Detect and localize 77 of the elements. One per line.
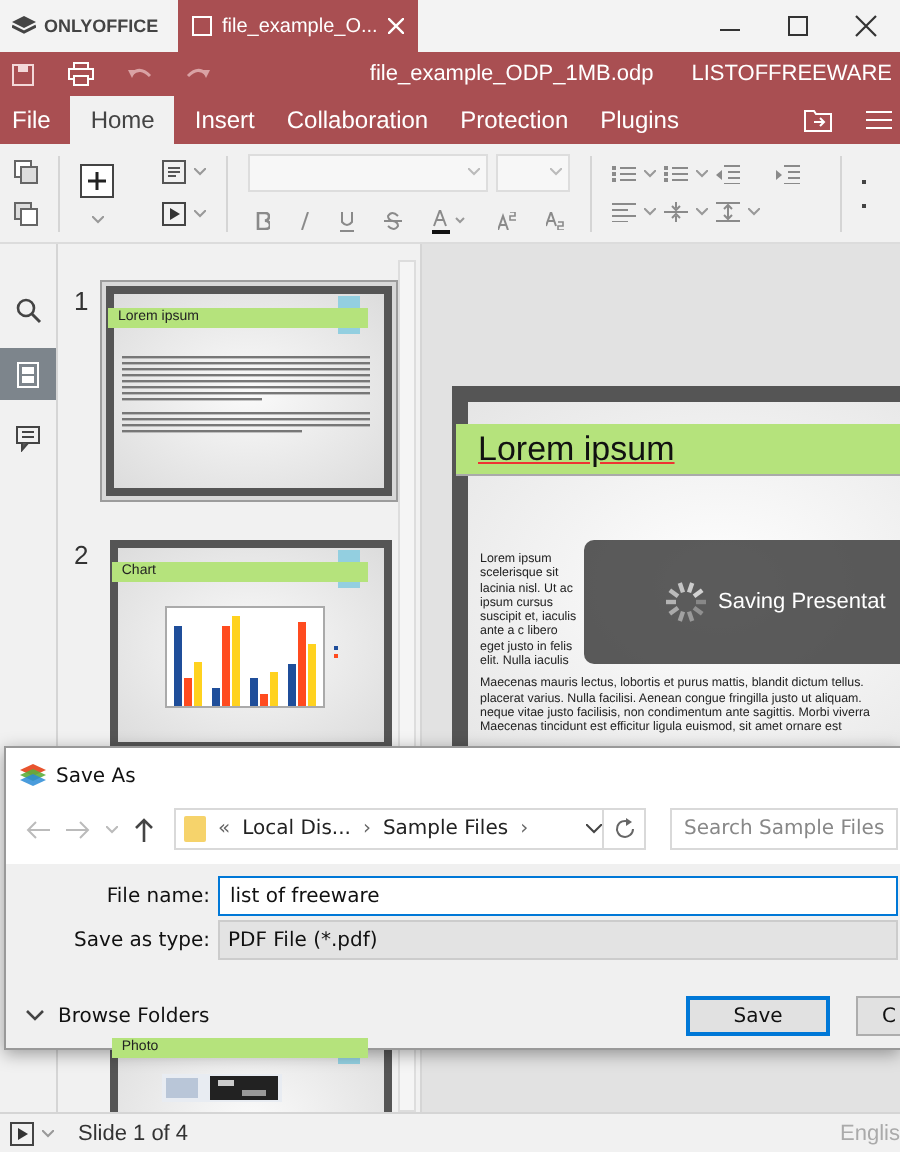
slide-number: 1 — [74, 284, 90, 320]
maximize-icon[interactable] — [786, 14, 810, 38]
chevron-icon — [26, 1010, 44, 1022]
app-name: ONLYOFFICE — [44, 16, 159, 36]
breadcrumb-separator: › — [520, 818, 529, 840]
app-icon — [20, 764, 46, 788]
subscript-icon[interactable] — [546, 212, 564, 230]
align-icon[interactable] — [612, 202, 636, 222]
print-icon[interactable] — [68, 62, 94, 86]
caret-icon — [468, 168, 480, 176]
undo-icon[interactable] — [128, 66, 152, 82]
decrease-indent-icon[interactable] — [716, 164, 740, 184]
menu-tab[interactable]: Insert — [182, 96, 275, 144]
forward-icon[interactable] — [66, 819, 90, 839]
folder-icon[interactable] — [804, 108, 832, 132]
breadcrumb[interactable]: Local Dis... — [242, 818, 351, 840]
dialog-button[interactable]: Save — [686, 996, 830, 1036]
menu-tab[interactable]: Protection — [448, 96, 589, 144]
bold-icon[interactable] — [256, 212, 270, 230]
italic-icon[interactable] — [300, 212, 310, 230]
numbering-icon[interactable] — [664, 164, 688, 184]
document-icon — [192, 16, 212, 36]
logo-icon — [12, 16, 36, 36]
underline-icon[interactable] — [340, 211, 354, 231]
saving-message: Saving Presentat — [718, 590, 886, 614]
search-field[interactable]: Search Sample Files — [670, 808, 898, 850]
caret-icon — [550, 168, 562, 176]
slide-heading: Lorem ipsum — [478, 429, 675, 469]
save-icon[interactable] — [12, 63, 34, 85]
vertical-align-icon[interactable] — [664, 202, 688, 222]
dialog-title: Save As — [56, 765, 136, 787]
line-spacing-icon[interactable] — [716, 202, 740, 222]
slide-counter: Slide 1 of 4 — [78, 1121, 189, 1145]
document-title: file_example_ODP_1MB.odp — [369, 62, 654, 86]
slide-number: 2 — [74, 538, 91, 574]
address-bar[interactable]: « Local Dis... › Sample Files › — [174, 808, 646, 850]
font-color-icon[interactable] — [432, 209, 468, 233]
spinner-icon — [664, 580, 708, 624]
strikethrough-icon[interactable] — [384, 212, 402, 230]
document-tab[interactable]: file_example_O... — [178, 0, 418, 52]
bullets-icon[interactable] — [612, 164, 636, 184]
dialog-button[interactable]: C — [856, 996, 900, 1036]
paste-icon[interactable] — [14, 202, 38, 226]
menu-tab[interactable]: File — [0, 96, 71, 144]
close-icon[interactable] — [854, 14, 878, 38]
user-name: LISTOFFREEWARE — [691, 62, 892, 86]
add-icon[interactable] — [80, 163, 114, 197]
folder-icon — [184, 816, 206, 842]
field-label: Save as type: — [72, 929, 210, 951]
overflow-chevron[interactable]: « — [218, 818, 231, 840]
field-label: File name: — [104, 885, 210, 907]
menu-icon[interactable] — [866, 110, 892, 130]
layout-icon[interactable] — [162, 160, 186, 184]
back-icon[interactable] — [26, 819, 50, 839]
font-field[interactable] — [248, 153, 488, 191]
size-field[interactable] — [496, 153, 570, 191]
play-icon[interactable] — [10, 1121, 34, 1145]
redo-icon[interactable] — [186, 66, 210, 82]
menu-tab[interactable]: Plugins — [588, 96, 699, 144]
breadcrumb[interactable]: Sample Files — [382, 818, 509, 840]
menu-tab[interactable]: Collaboration — [274, 96, 449, 144]
slides-tab[interactable] — [0, 348, 56, 400]
increase-indent-icon[interactable] — [776, 164, 800, 184]
play-icon[interactable] — [162, 202, 186, 226]
refresh-icon[interactable] — [613, 818, 635, 840]
slides-icon[interactable] — [15, 361, 41, 387]
caret-icon[interactable] — [586, 824, 602, 834]
menu-tab[interactable]: Home — [70, 96, 175, 144]
up-icon[interactable] — [134, 817, 154, 841]
browse-folders-toggle[interactable]: Browse Folders — [26, 1005, 210, 1027]
search-icon[interactable] — [15, 297, 41, 323]
superscript-icon[interactable] — [498, 212, 516, 230]
file-name-field[interactable]: list of freeware — [218, 876, 898, 916]
comment-icon[interactable] — [15, 425, 41, 451]
file-type-dropdown[interactable]: PDF File (*.pdf) — [218, 920, 898, 960]
copy-icon[interactable] — [14, 160, 38, 184]
breadcrumb-separator: › — [362, 818, 371, 840]
